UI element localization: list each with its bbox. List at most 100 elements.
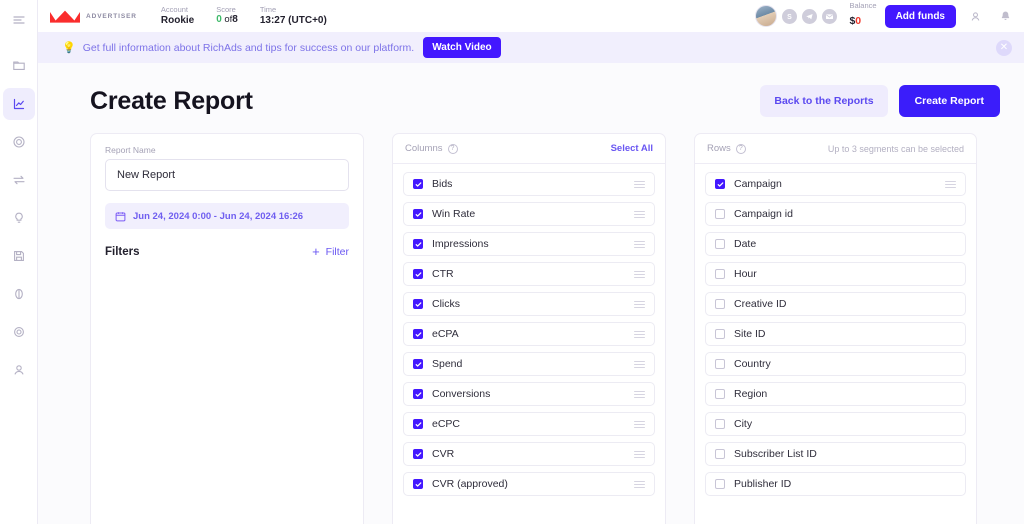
list-item[interactable]: Impressions — [403, 232, 655, 256]
drag-handle-icon[interactable] — [634, 480, 645, 488]
list-item[interactable]: Hour — [705, 262, 966, 286]
report-settings-panel: Report Name Jun 24, 2024 0:00 - Jun 24, … — [90, 133, 364, 524]
checkbox-unchecked[interactable] — [715, 389, 725, 399]
back-to-reports-button[interactable]: Back to the Reports — [760, 85, 888, 117]
list-item[interactable]: Campaign id — [705, 202, 966, 226]
create-report-button[interactable]: Create Report — [898, 85, 1000, 117]
rows-panel: Rows ? Up to 3 segments can be selected … — [694, 133, 977, 524]
checkbox-checked[interactable] — [715, 179, 725, 189]
checkbox-checked[interactable] — [413, 389, 423, 399]
account-value: Rookie — [160, 14, 195, 26]
list-item[interactable]: eCPA — [403, 322, 655, 346]
filters-row: Filters + Filter — [105, 245, 349, 258]
drag-handle-icon[interactable] — [634, 240, 645, 248]
checkbox-checked[interactable] — [413, 209, 423, 219]
drag-handle-icon[interactable] — [634, 450, 645, 458]
date-range-picker[interactable]: Jun 24, 2024 0:00 - Jun 24, 2024 16:26 — [105, 203, 349, 229]
list-item[interactable]: CVR — [403, 442, 655, 466]
watch-video-button[interactable]: Watch Video — [423, 37, 501, 58]
balance-amount: 0 — [855, 15, 862, 28]
checkbox-unchecked[interactable] — [715, 329, 725, 339]
add-filter-button[interactable]: + Filter — [312, 245, 349, 258]
avatar[interactable] — [755, 5, 778, 27]
drag-handle-icon[interactable] — [945, 180, 956, 188]
list-item[interactable]: Win Rate — [403, 202, 655, 226]
account-label: Account — [160, 4, 189, 14]
help-icon[interactable]: ? — [447, 143, 458, 154]
drag-handle-icon[interactable] — [634, 360, 645, 368]
brand-logo[interactable]: ADVERTISER — [50, 10, 137, 23]
checkbox-checked[interactable] — [413, 329, 423, 339]
drag-handle-icon[interactable] — [634, 300, 645, 308]
sidebar-item-statistics[interactable] — [2, 88, 35, 120]
drag-handle-icon[interactable] — [634, 390, 645, 398]
user-icon[interactable] — [964, 5, 986, 27]
drag-handle-icon[interactable] — [634, 210, 645, 218]
list-item[interactable]: Publisher ID — [705, 472, 966, 496]
close-icon[interactable]: ✕ — [996, 39, 1012, 56]
report-name-input[interactable] — [105, 159, 349, 191]
checkbox-checked[interactable] — [413, 359, 423, 369]
checkbox-checked[interactable] — [413, 449, 423, 459]
list-item[interactable]: Creative ID — [705, 292, 966, 316]
sidebar-item-settings[interactable] — [3, 316, 35, 348]
checkbox-unchecked[interactable] — [715, 239, 725, 249]
skype-icon[interactable]: S — [782, 8, 798, 24]
list-item-label: CVR (approved) — [432, 478, 508, 490]
time-value: 13:27 (UTC+0) — [259, 14, 327, 26]
telegram-icon[interactable] — [802, 8, 818, 24]
list-item[interactable]: Subscriber List ID — [705, 442, 966, 466]
list-item-label: Spend — [432, 358, 463, 370]
sidebar-item-campaigns[interactable] — [3, 50, 35, 82]
checkbox-checked[interactable] — [413, 239, 423, 249]
list-item[interactable]: Campaign — [705, 172, 966, 196]
list-item[interactable]: CVR (approved) — [403, 472, 655, 496]
checkbox-unchecked[interactable] — [715, 449, 725, 459]
list-item[interactable]: Site ID — [705, 322, 966, 346]
select-all-button[interactable]: Select All — [611, 143, 653, 154]
list-item-label: Campaign id — [734, 208, 793, 220]
drag-handle-icon[interactable] — [634, 180, 645, 188]
checkbox-unchecked[interactable] — [715, 479, 725, 489]
list-item[interactable]: Bids — [403, 172, 655, 196]
checkbox-checked[interactable] — [413, 299, 423, 309]
sidebar-item-balance[interactable] — [3, 278, 35, 310]
mail-icon[interactable] — [822, 8, 838, 24]
list-item[interactable]: Spend — [403, 352, 655, 376]
sidebar-item-saved[interactable] — [3, 240, 35, 272]
list-item[interactable]: Conversions — [403, 382, 655, 406]
checkbox-unchecked[interactable] — [715, 419, 725, 429]
checkbox-unchecked[interactable] — [715, 359, 725, 369]
list-item[interactable]: Date — [705, 232, 966, 256]
list-item[interactable]: Region — [705, 382, 966, 406]
checkbox-unchecked[interactable] — [715, 269, 725, 279]
person-icon — [12, 363, 26, 377]
checkbox-unchecked[interactable] — [715, 209, 725, 219]
list-item[interactable]: CTR — [403, 262, 655, 286]
list-item-label: Country — [734, 358, 771, 370]
list-item[interactable]: eCPC — [403, 412, 655, 436]
list-item[interactable]: Country — [705, 352, 966, 376]
checkbox-unchecked[interactable] — [715, 299, 725, 309]
drag-handle-icon[interactable] — [634, 420, 645, 428]
sidebar-item-profile[interactable] — [3, 354, 35, 386]
checkbox-checked[interactable] — [413, 419, 423, 429]
checkbox-checked[interactable] — [413, 269, 423, 279]
help-icon[interactable]: ? — [735, 143, 746, 154]
list-item[interactable]: City — [705, 412, 966, 436]
list-item[interactable]: Clicks — [403, 292, 655, 316]
drag-handle-icon[interactable] — [634, 330, 645, 338]
sidebar-item-transfers[interactable] — [3, 164, 35, 196]
sidebar-item-insights[interactable] — [3, 202, 35, 234]
bell-icon[interactable] — [994, 5, 1016, 27]
checkbox-checked[interactable] — [413, 179, 423, 189]
sidebar-item-targets[interactable] — [3, 126, 35, 158]
list-item-label: City — [734, 418, 753, 430]
add-funds-button[interactable]: Add funds — [884, 4, 956, 28]
drag-handle-icon[interactable] — [634, 270, 645, 278]
rows-title: Rows — [707, 143, 731, 154]
list-item-label: Hour — [734, 268, 757, 280]
list-item-label: Publisher ID — [734, 478, 792, 490]
checkbox-checked[interactable] — [413, 479, 423, 489]
sidebar-toggle-menu[interactable] — [3, 4, 35, 36]
